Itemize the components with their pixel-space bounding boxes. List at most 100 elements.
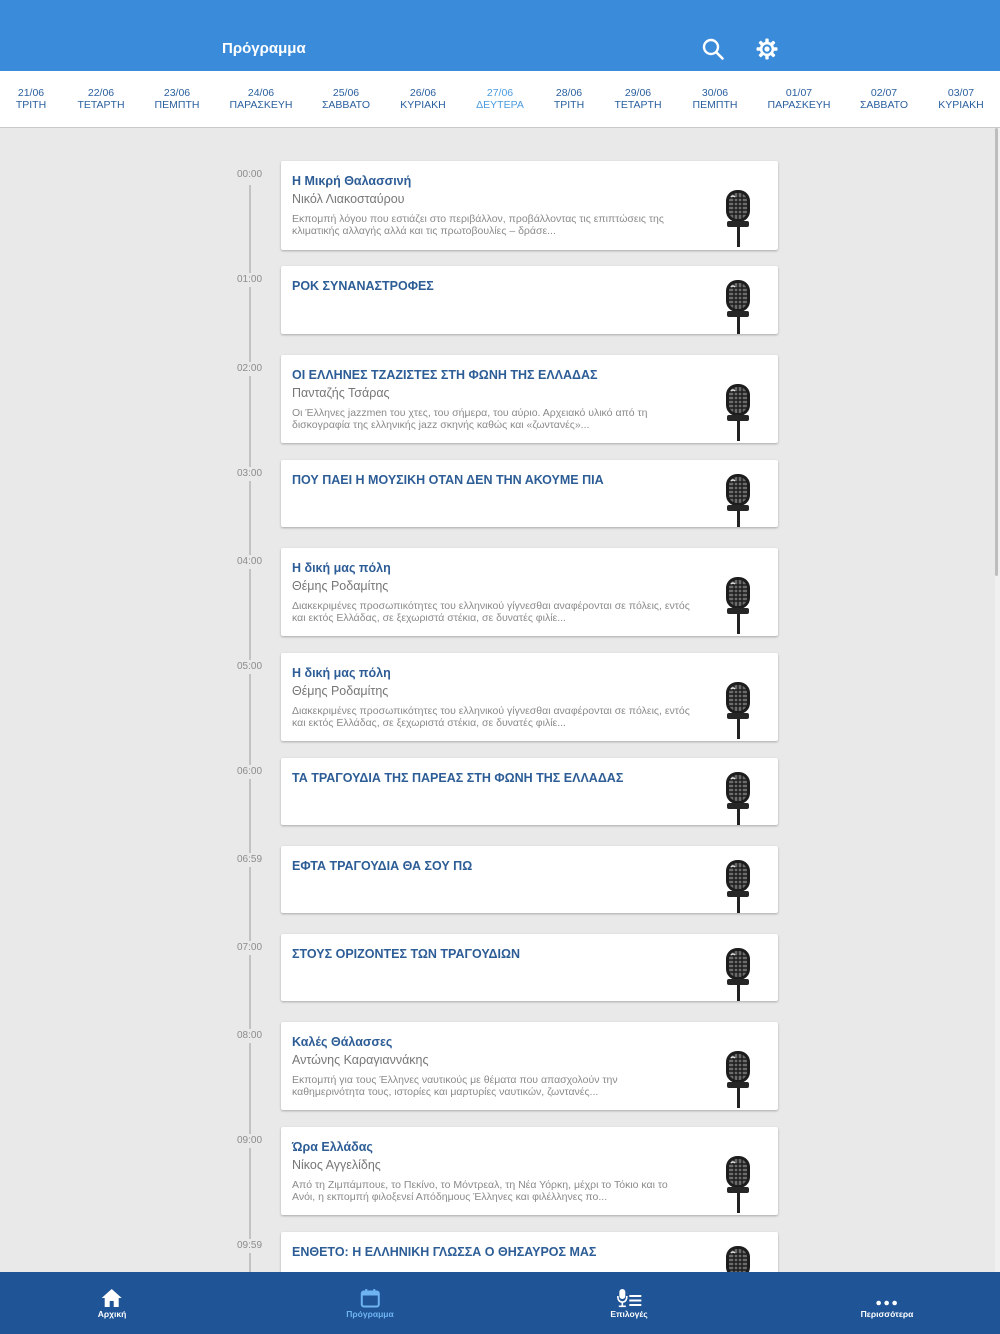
nav-label: Πρόγραμμα [346, 1309, 394, 1319]
microphone-icon [724, 473, 754, 527]
date-tab-day: ΠΕΜΠΤΗ [692, 99, 738, 111]
date-tab-day: ΤΕΤΑΡΤΗ [77, 99, 125, 111]
nav-options[interactable]: Επιλογές [610, 1272, 648, 1334]
date-tab-day: ΤΕΤΑΡΤΗ [614, 99, 662, 111]
program-description: Εκπομπή για τους Έλληνες ναυτικούς με θέ… [292, 1074, 618, 1098]
date-tab-date: 24/06 [247, 87, 275, 99]
date-tab-date: 30/06 [701, 87, 729, 99]
program-card[interactable]: ΣΤΟΥΣ ΟΡΙΖΟΝΤΕΣ ΤΩΝ ΤΡΑΓΟΥΔΙΩΝ [281, 934, 778, 1001]
program-title: Η Μικρή Θαλασσινή [292, 174, 412, 188]
program-card[interactable]: Η Μικρή Θαλασσινή Νικόλ Λιακοσταύρου Εκπομ… [281, 161, 778, 250]
program-time: 07:00 [237, 942, 263, 953]
program-time: 04:00 [237, 556, 263, 567]
date-tab-date: 02/07 [870, 87, 898, 99]
program-title: ΕΦΤΑ ΤΡΑΓΟΥΔΙΑ ΘΑ ΣΟΥ ΠΩ [292, 859, 473, 873]
program-title: Η δική μας πόλη [292, 666, 391, 680]
program-title: ΟΙ ΕΛΛΗΝΕΣ ΤΖΑΖΙΣΤΕΣ ΣΤΗ ΦΩΝΗ ΤΗΣ ΕΛΛΑΔΑ… [292, 368, 598, 382]
date-tab[interactable]: 22/06 ΤΕΤΑΡΤΗ [77, 87, 124, 111]
scrollbar[interactable] [995, 128, 1000, 1272]
microphone-icon [724, 681, 754, 741]
more-icon [876, 1300, 898, 1306]
program-card[interactable]: ΕΦΤΑ ΤΡΑΓΟΥΔΙΑ ΘΑ ΣΟΥ ΠΩ [281, 846, 778, 913]
program-host: Νίκος Αγγελίδης [292, 1158, 381, 1172]
scrollbar-thumb[interactable] [995, 128, 998, 576]
program-card[interactable]: Η δική μας πόλη Θέμης Ροδαμίτης Διακεκριμέ… [281, 653, 778, 741]
program-title: ΤΑ ΤΡΑΓΟΥΔΙΑ ΤΗΣ ΠΑΡΕΑΣ ΣΤΗ ΦΩΝΗ ΤΗΣ ΕΛΛ… [292, 771, 624, 785]
program-card[interactable]: Η δική μας πόλη Θέμης Ροδαμίτης Διακεκριμέ… [281, 548, 778, 636]
date-tab-date: 29/06 [624, 87, 652, 99]
program-time: 03:00 [237, 468, 263, 479]
date-tab-date: 03/07 [947, 87, 975, 99]
program-title: ΣΤΟΥΣ ΟΡΙΖΟΝΤΕΣ ΤΩΝ ΤΡΑΓΟΥΔΙΩΝ [292, 947, 521, 961]
program-time: 02:00 [237, 363, 263, 374]
calendar-icon [360, 1289, 380, 1308]
date-tab-selected[interactable]: 27/06 ΔΕΥΤΕΡΑ [476, 87, 524, 111]
date-tab[interactable]: 01/07 ΠΑΡΑΣΚΕΥΗ [768, 87, 831, 111]
app-header: Πρόγραμμα [0, 0, 1000, 71]
date-tab-day: ΚΥΡΙΑΚΗ [938, 99, 984, 111]
date-tab-date: 27/06 [486, 87, 514, 99]
program-description: Οι Έλληνες jazzmen του χτες, του σήμερα,… [292, 407, 648, 431]
nav-home[interactable]: Αρχική [98, 1272, 126, 1334]
program-card[interactable]: Καλές Θάλασσες Αντώνης Καραγιαννάκης Εκπομ… [281, 1022, 778, 1110]
date-tab[interactable]: 24/06 ΠΑΡΑΣΚΕΥΗ [230, 87, 293, 111]
microphone-icon [724, 771, 754, 825]
settings-button[interactable] [755, 37, 779, 61]
bottom-navigation: Αρχική Πρόγραμμα Επιλογές Περισσότερα [0, 1272, 1000, 1334]
home-icon [102, 1289, 122, 1307]
date-tab[interactable]: 23/06 ΠΕΜΠΤΗ [155, 87, 200, 111]
program-host: Νικόλ Λιακοσταύρου [292, 192, 405, 206]
program-time: 05:00 [237, 661, 263, 672]
program-title: ΡΟΚ ΣΥΝΑΝΑΣΤΡΟΦΕΣ [292, 279, 434, 293]
microphone-icon [724, 383, 754, 443]
date-tab-day: ΠΕΜΠΤΗ [154, 99, 200, 111]
date-tab[interactable]: 25/06 ΣΑΒΒΑΤΟ [322, 87, 370, 111]
date-tab[interactable]: 26/06 ΚΥΡΙΑΚΗ [400, 87, 446, 111]
date-tab-day: ΣΑΒΒΑΤΟ [859, 99, 909, 111]
program-host: Θέμης Ροδαμίτης [292, 684, 389, 698]
program-host: Θέμης Ροδαμίτης [292, 579, 389, 593]
date-tab-day: ΠΑΡΑΣΚΕΥΗ [767, 99, 831, 111]
program-card[interactable]: ΡΟΚ ΣΥΝΑΝΑΣΤΡΟΦΕΣ [281, 266, 778, 334]
search-button[interactable] [701, 37, 725, 61]
microphone-icon [724, 279, 754, 334]
program-description: Διακεκριμένες προσωπικότητες του ελληνικ… [292, 705, 690, 729]
program-time: 08:00 [237, 1030, 263, 1041]
date-tab-date: 28/06 [555, 87, 583, 99]
program-host: Πανταζής Τσάρας [292, 386, 390, 400]
date-tab-date: 26/06 [409, 87, 437, 99]
program-card[interactable]: ΤΑ ΤΡΑΓΟΥΔΙΑ ΤΗΣ ΠΑΡΕΑΣ ΣΤΗ ΦΩΝΗ ΤΗΣ ΕΛΛ… [281, 758, 778, 825]
timeline-line [249, 185, 251, 1272]
date-tab[interactable]: 21/06 ΤΡΙΤΗ [16, 87, 46, 111]
program-card[interactable]: ΟΙ ΕΛΛΗΝΕΣ ΤΖΑΖΙΣΤΕΣ ΣΤΗ ΦΩΝΗ ΤΗΣ ΕΛΛΑΔΑ… [281, 355, 778, 443]
microphone-icon [724, 576, 754, 636]
program-time: 09:59 [237, 1240, 263, 1251]
microphone-icon [724, 1155, 754, 1215]
program-time: 09:00 [237, 1135, 263, 1146]
program-card[interactable]: Ώρα Ελλάδας Νίκος Αγγελίδης Από τη Ζιμπάμπ… [281, 1127, 778, 1215]
date-tab[interactable]: 30/06 ΠΕΜΠΤΗ [693, 87, 738, 111]
nav-more[interactable]: Περισσότερα [860, 1272, 914, 1334]
date-selector: 21/06 ΤΡΙΤΗ 22/06 ΤΕΤΑΡΤΗ 23/06 ΠΕΜΠΤΗ 24/0… [0, 71, 1000, 128]
date-tab[interactable]: 03/07 ΚΥΡΙΑΚΗ [938, 87, 984, 111]
program-description: Εκπομπή λόγου που εστιάζει στο περιβάλλο… [292, 213, 664, 237]
microphone-icon [724, 947, 754, 1001]
date-tab-date: 21/06 [17, 87, 45, 99]
date-tab-day: ΤΡΙΤΗ [553, 99, 585, 111]
program-host: Αντώνης Καραγιαννάκης [292, 1053, 429, 1067]
date-tab-day: ΔΕΥΤΕΡΑ [476, 99, 524, 111]
page-title: Πρόγραμμα [222, 40, 306, 57]
nav-schedule[interactable]: Πρόγραμμα [346, 1272, 394, 1334]
date-tab[interactable]: 02/07 ΣΑΒΒΑΤΟ [860, 87, 908, 111]
date-tab[interactable]: 28/06 ΤΡΙΤΗ [554, 87, 584, 111]
nav-label: Περισσότερα [860, 1309, 914, 1319]
program-title: Ώρα Ελλάδας [292, 1140, 373, 1154]
date-tab[interactable]: 29/06 ΤΕΤΑΡΤΗ [614, 87, 661, 111]
gear-icon [756, 38, 778, 60]
program-title: Η δική μας πόλη [292, 561, 391, 575]
program-title: ΕΝΘΕΤΟ: Η ΕΛΛΗΝΙΚΗ ΓΛΩΣΣΑ Ο ΘΗΣΑΥΡΟΣ ΜΑΣ [292, 1245, 597, 1259]
program-description: Από τη Ζιμπάμπουε, το Πεκίνο, το Μόντρεα… [292, 1179, 668, 1203]
nav-label: Επιλογές [610, 1309, 648, 1319]
program-title: Καλές Θάλασσες [292, 1035, 393, 1049]
program-card[interactable]: ΠΟΥ ΠΑΕΙ Η ΜΟΥΣΙΚΗ ΟΤΑΝ ΔΕΝ ΤΗΝ ΑΚΟΥΜΕ Π… [281, 460, 778, 527]
